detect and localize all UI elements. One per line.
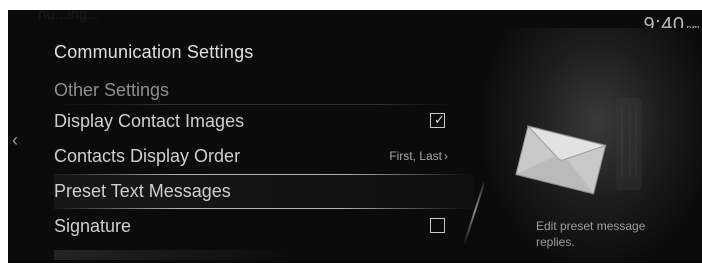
settings-list: Other Settings Display Contact Images ✓ … xyxy=(54,76,474,244)
infotainment-screen: nu...ing... 9:40pm Communication Setting… xyxy=(8,10,702,263)
help-text: Edit preset message replies. xyxy=(536,219,646,249)
chevron-right-icon: › xyxy=(444,149,448,163)
top-strip xyxy=(0,0,702,10)
section-label: Other Settings xyxy=(54,79,170,100)
setting-label: Display Contact Images xyxy=(54,111,245,131)
checkmark-icon: ✓ xyxy=(434,112,445,127)
back-chevron-icon[interactable]: ‹ xyxy=(12,130,18,151)
partial-heading: nu...ing... xyxy=(38,10,100,23)
setting-contacts-display-order[interactable]: Contacts Display Order First, Last › xyxy=(54,139,474,174)
setting-value: First, Last › xyxy=(389,149,448,163)
page-title: Communication Settings xyxy=(54,42,254,62)
checkbox-signature[interactable] xyxy=(430,218,445,233)
setting-label: Signature xyxy=(54,216,132,236)
envelope-icon xyxy=(515,98,642,195)
checkbox-display-contact-images[interactable]: ✓ xyxy=(430,113,445,128)
setting-label: Contacts Display Order xyxy=(54,146,241,166)
offscreen-row-hint xyxy=(54,250,294,260)
setting-preset-text-messages[interactable]: Preset Text Messages xyxy=(54,174,474,209)
setting-signature[interactable]: Signature xyxy=(54,209,474,244)
setting-label: Preset Text Messages xyxy=(54,181,231,201)
setting-display-contact-images[interactable]: Display Contact Images ✓ xyxy=(54,104,474,139)
divider xyxy=(54,104,454,105)
